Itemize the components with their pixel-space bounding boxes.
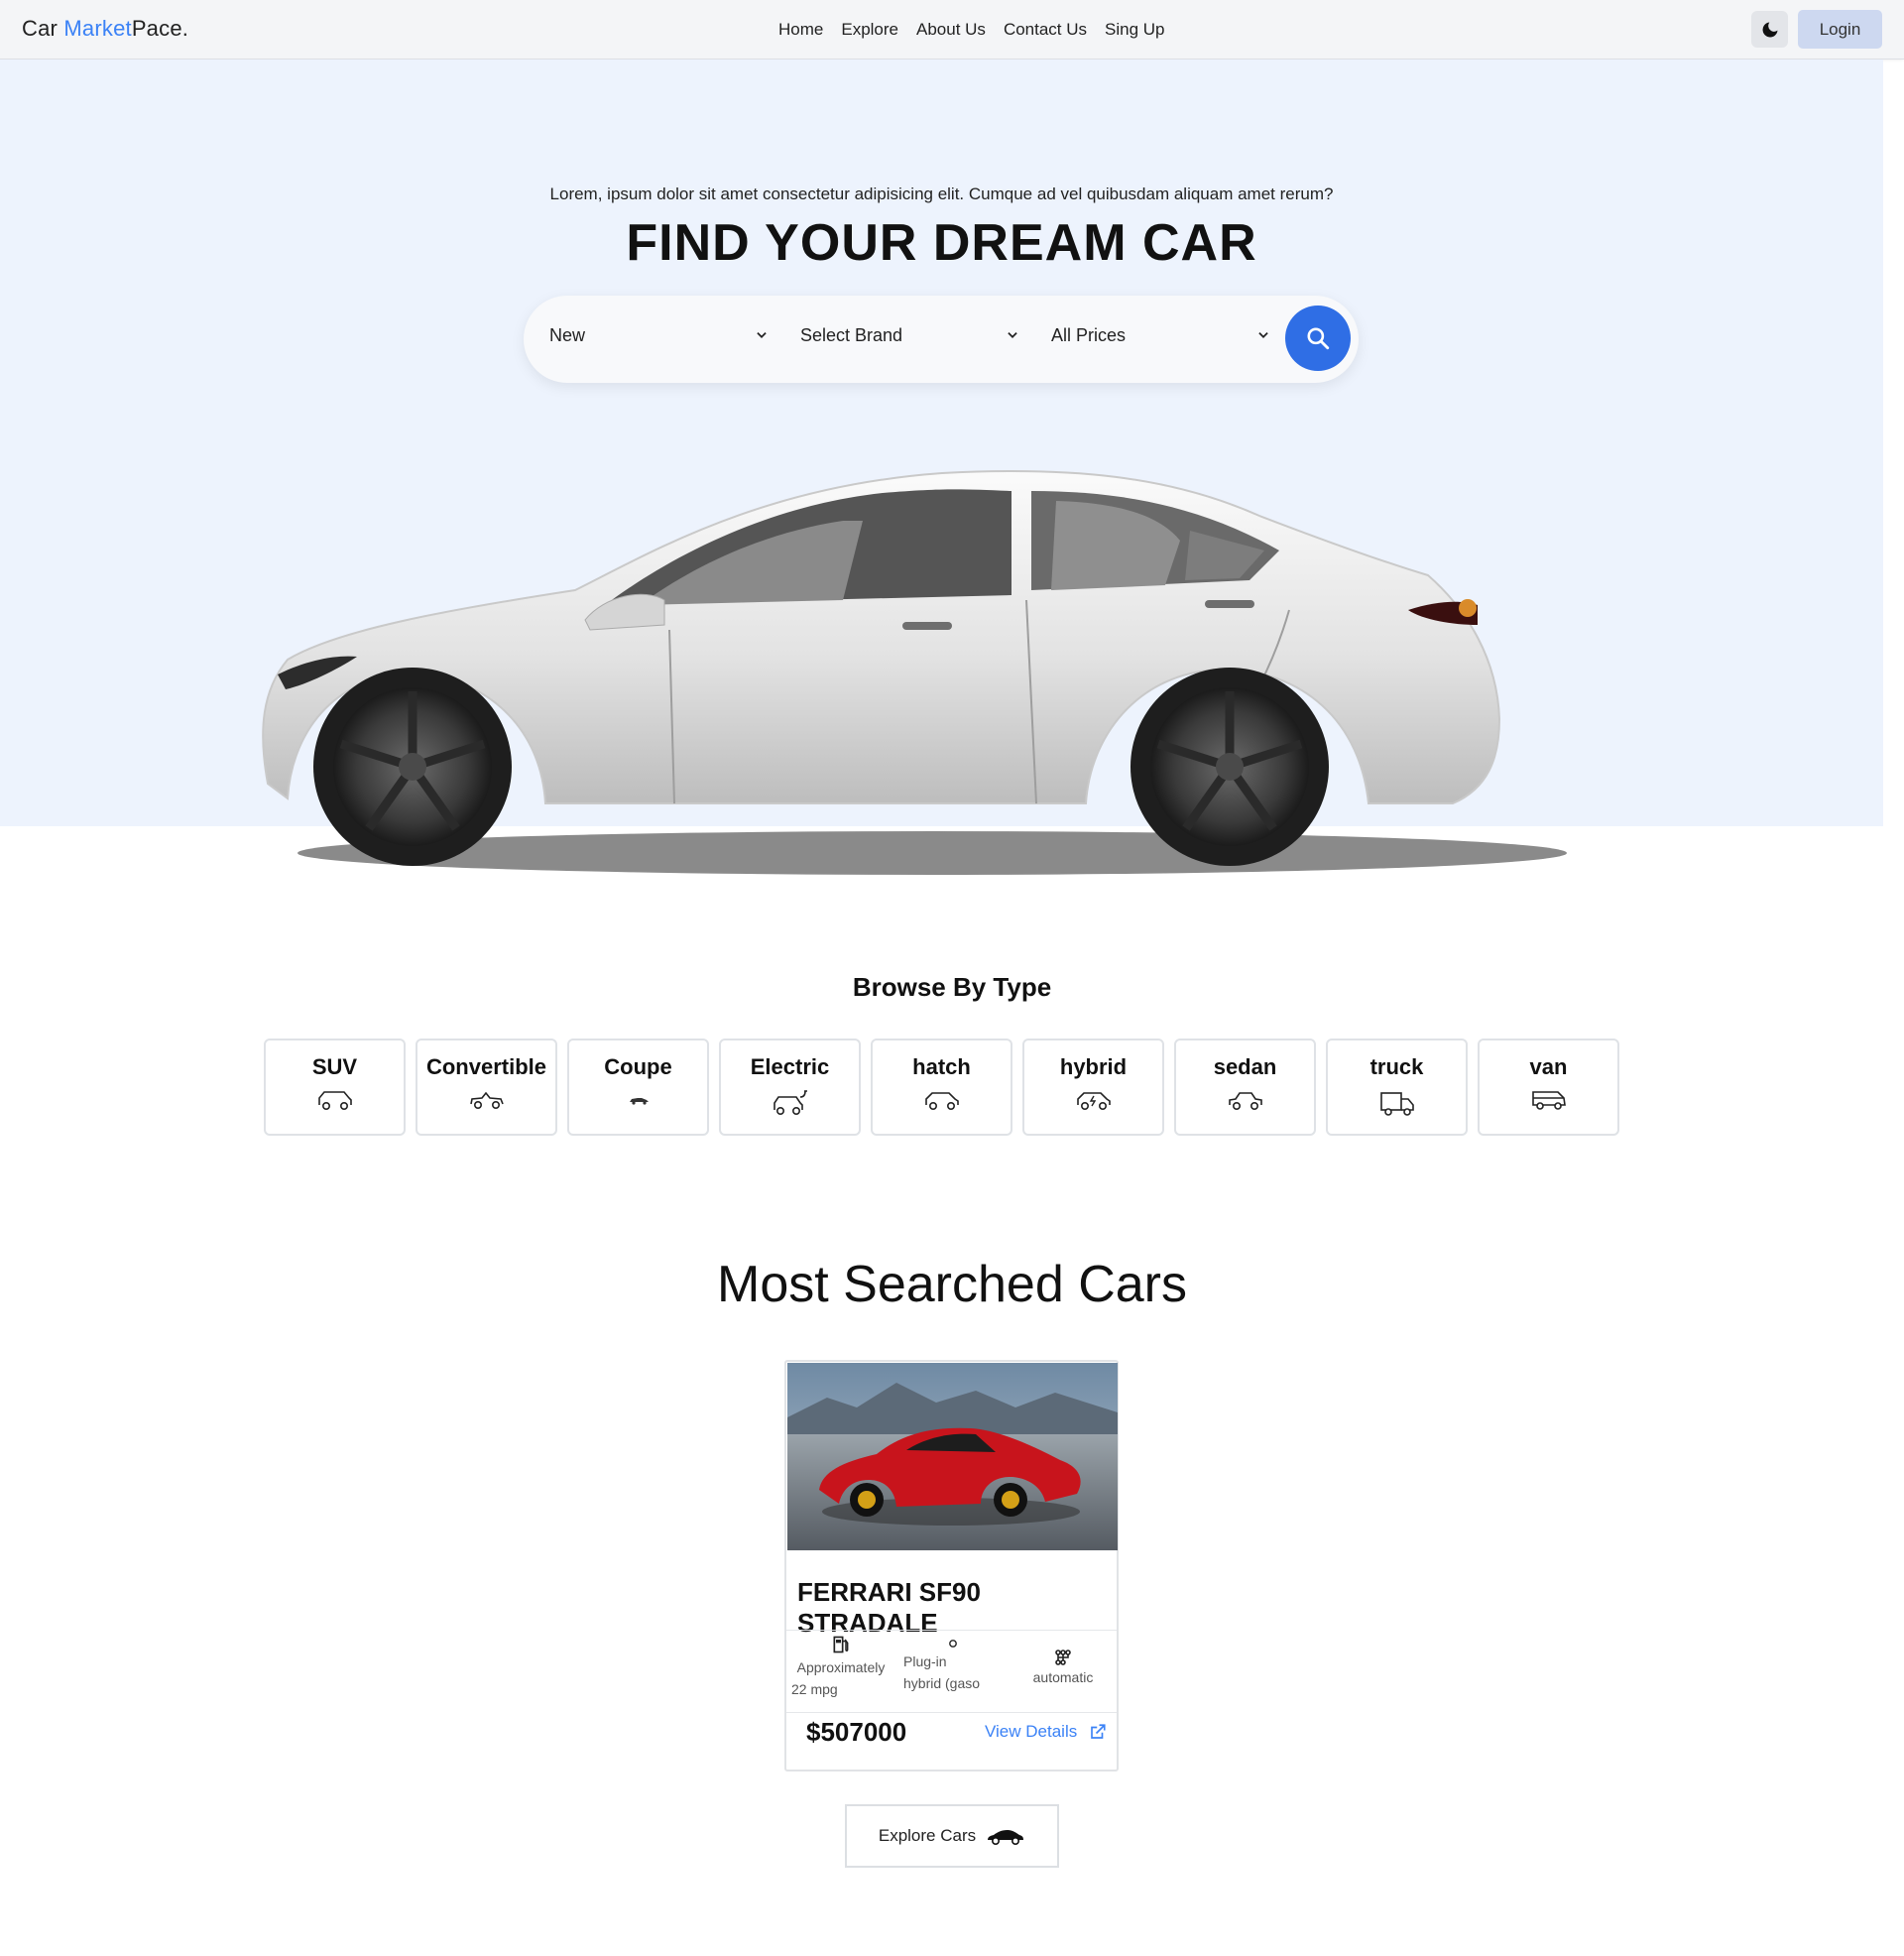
- hybrid-car-icon: [1076, 1092, 1111, 1111]
- explore-cars-label: Explore Cars: [878, 1826, 977, 1845]
- transmission-label: automatic: [1032, 1669, 1094, 1685]
- type-card-truck[interactable]: truck: [1326, 1039, 1468, 1136]
- sedan-icon: [1228, 1092, 1262, 1111]
- type-card-convertible[interactable]: Convertible: [416, 1039, 557, 1136]
- chevron-down-icon: [1008, 332, 1017, 338]
- type-label: Coupe: [604, 1054, 672, 1079]
- type-card-sedan[interactable]: sedan: [1174, 1039, 1316, 1136]
- browse-by-type-title: Browse By Type: [852, 972, 1052, 1002]
- spec-transmission: automatic: [1010, 1631, 1117, 1688]
- login-button[interactable]: Login: [1798, 10, 1882, 49]
- type-label: Electric: [750, 1054, 830, 1079]
- mileage-line-1: Approximately: [796, 1659, 886, 1675]
- view-details-label: View Details: [985, 1722, 1078, 1741]
- spec-mileage: Approximately 22 mpg: [786, 1631, 895, 1700]
- coupe-icon: [629, 1098, 649, 1105]
- gearbox-icon: [1055, 1650, 1071, 1665]
- type-label: hatch: [912, 1054, 971, 1079]
- fuel-line-2: hybrid (gaso: [903, 1675, 981, 1691]
- hero-subtitle: Lorem, ipsum dolor sit amet consectetur …: [549, 184, 1334, 203]
- nav-explore[interactable]: Explore: [841, 20, 898, 40]
- electric-car-icon: [773, 1090, 807, 1115]
- car-price: $507000: [806, 1717, 907, 1747]
- mileage-line-2: 22 mpg: [791, 1681, 838, 1697]
- navbar: Car MarketPace. Home Explore About Us Co…: [0, 0, 1904, 60]
- explore-cars-button[interactable]: Explore Cars: [845, 1804, 1059, 1868]
- fuel-type-icon: [948, 1640, 957, 1648]
- car-icon: [988, 1830, 1024, 1845]
- brand-part-pace: Pace.: [131, 16, 189, 41]
- type-label: SUV: [311, 1054, 358, 1079]
- car-specs: Approximately 22 mpg Plug-in hybrid (gas…: [786, 1630, 1117, 1713]
- search-button[interactable]: [1285, 306, 1351, 371]
- convertible-icon: [469, 1091, 504, 1110]
- fuel-line-1: Plug-in: [903, 1653, 947, 1669]
- truck-icon: [1379, 1092, 1414, 1116]
- chevron-down-icon: [1258, 332, 1268, 338]
- brand-select[interactable]: Select Brand: [800, 325, 902, 346]
- type-card-hybrid[interactable]: hybrid: [1022, 1039, 1164, 1136]
- type-label: Convertible: [425, 1054, 547, 1079]
- external-link-icon: [1091, 1724, 1106, 1739]
- type-card-van[interactable]: van: [1478, 1039, 1619, 1136]
- type-list: SUV Convertible Coupe Electric hatch hyb…: [264, 1039, 1619, 1136]
- hatchback-icon: [924, 1092, 959, 1111]
- nav-contact-us[interactable]: Contact Us: [1004, 20, 1087, 40]
- nav-links: Home Explore About Us Contact Us Sing Up: [778, 20, 1165, 40]
- moon-icon: [1762, 22, 1777, 37]
- type-card-electric[interactable]: Electric: [719, 1039, 861, 1136]
- search-icon: [1307, 327, 1330, 350]
- nav-home[interactable]: Home: [778, 20, 823, 40]
- price-select[interactable]: All Prices: [1051, 325, 1126, 346]
- view-details-link[interactable]: View Details: [985, 1722, 1107, 1742]
- nav-about-us[interactable]: About Us: [916, 20, 986, 40]
- spec-fuel: Plug-in hybrid (gaso: [895, 1631, 1010, 1694]
- type-label: hybrid: [1059, 1054, 1128, 1079]
- type-label: van: [1529, 1054, 1568, 1079]
- brand-part-market: Market: [63, 16, 132, 41]
- most-searched-title: Most Searched Cars: [717, 1256, 1187, 1313]
- fuel-pump-icon: [833, 1636, 849, 1653]
- nav-sign-up[interactable]: Sing Up: [1105, 20, 1164, 40]
- hero-car-image: [262, 469, 1567, 875]
- brand-logo[interactable]: Car MarketPace.: [22, 16, 188, 42]
- suv-icon: [317, 1091, 352, 1111]
- theme-toggle-button[interactable]: [1751, 11, 1788, 48]
- chevron-down-icon: [757, 332, 767, 338]
- type-label: truck: [1369, 1054, 1424, 1079]
- brand-part-car: Car: [22, 16, 64, 41]
- hero-title: FIND YOUR DREAM CAR: [626, 214, 1257, 272]
- type-card-suv[interactable]: SUV: [264, 1039, 406, 1136]
- type-label: sedan: [1213, 1054, 1277, 1079]
- type-card-coupe[interactable]: Coupe: [567, 1039, 709, 1136]
- search-bar: New Select Brand All Prices: [524, 296, 1359, 383]
- car-image[interactable]: [787, 1363, 1118, 1550]
- condition-select[interactable]: New: [549, 325, 585, 346]
- van-icon: [1531, 1091, 1566, 1110]
- car-card: FERRARI SF90 STRADALE Approximately 22 m…: [784, 1360, 1119, 1772]
- type-card-hatch[interactable]: hatch: [871, 1039, 1012, 1136]
